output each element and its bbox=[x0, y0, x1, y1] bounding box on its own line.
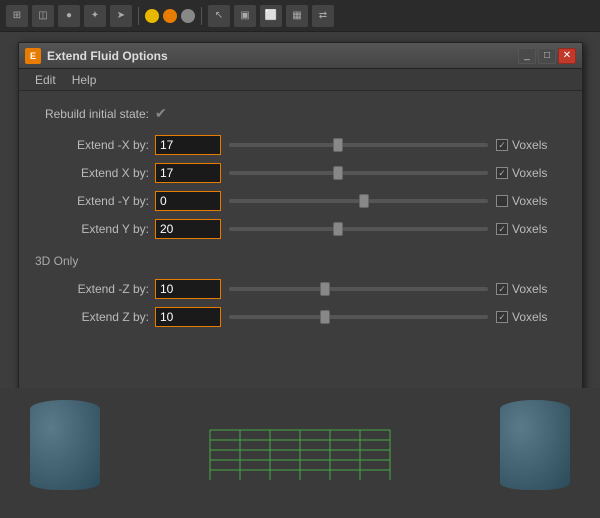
extend-x-row: Extend X by: Voxels bbox=[35, 162, 566, 184]
toolbar-circle-yellow bbox=[145, 9, 159, 23]
section-3d-label: 3D Only bbox=[19, 250, 582, 274]
toolbar-circle-gray bbox=[181, 9, 195, 23]
cylinder-right bbox=[500, 400, 570, 490]
extend-neg-x-label: Extend -X by: bbox=[35, 138, 155, 152]
toolbar-icon-arrow[interactable]: ➤ bbox=[110, 5, 132, 27]
content-area: E Extend Fluid Options _ □ ✕ Edit Help R… bbox=[0, 32, 600, 518]
toolbar-icon-grid[interactable]: ⊞ bbox=[6, 5, 28, 27]
extend-z-checkbox[interactable] bbox=[496, 311, 508, 323]
extend-x-input[interactable] bbox=[155, 163, 221, 183]
extend-x-slider-track[interactable] bbox=[229, 171, 488, 175]
dialog-title: Extend Fluid Options bbox=[47, 49, 516, 63]
extend-neg-y-slider-thumb[interactable] bbox=[359, 194, 369, 208]
extend-y-voxels: Voxels bbox=[496, 222, 566, 236]
extend-neg-y-input[interactable] bbox=[155, 191, 221, 211]
menu-help[interactable]: Help bbox=[64, 71, 105, 89]
minimize-button[interactable]: _ bbox=[518, 48, 536, 64]
menubar: Edit Help bbox=[19, 69, 582, 91]
toolbar-circle-orange bbox=[163, 9, 177, 23]
toolbar-separator-2 bbox=[201, 7, 202, 25]
dialog-titlebar: E Extend Fluid Options _ □ ✕ bbox=[19, 43, 582, 69]
extend-neg-z-slider-track[interactable] bbox=[229, 287, 488, 291]
toolbar-icon-sphere[interactable]: ● bbox=[58, 5, 80, 27]
menu-edit[interactable]: Edit bbox=[27, 71, 64, 89]
extend-x-label: Extend X by: bbox=[35, 166, 155, 180]
extend-x-voxels: Voxels bbox=[496, 166, 566, 180]
extend-y-slider-track[interactable] bbox=[229, 227, 488, 231]
toolbar-icon-star[interactable]: ✦ bbox=[84, 5, 106, 27]
extend-neg-x-slider-thumb[interactable] bbox=[333, 138, 343, 152]
extend-neg-x-checkbox[interactable] bbox=[496, 139, 508, 151]
close-button[interactable]: ✕ bbox=[558, 48, 576, 64]
extend-neg-z-checkbox[interactable] bbox=[496, 283, 508, 295]
extend-z-voxels: Voxels bbox=[496, 310, 566, 324]
extend-neg-x-voxels: Voxels bbox=[496, 138, 566, 152]
extend-x-slider-thumb[interactable] bbox=[333, 166, 343, 180]
extend-y-slider-thumb[interactable] bbox=[333, 222, 343, 236]
toolbar-icon-monitor[interactable]: ▣ bbox=[234, 5, 256, 27]
extend-neg-y-label: Extend -Y by: bbox=[35, 194, 155, 208]
rebuild-label: Rebuild initial state: bbox=[35, 107, 155, 121]
extend-z-label: Extend Z by: bbox=[35, 310, 155, 324]
extend-z-input[interactable] bbox=[155, 307, 221, 327]
toolbar-icon-share[interactable]: ⇄ bbox=[312, 5, 334, 27]
toolbar: ⊞ ◫ ● ✦ ➤ ↖ ▣ ⬜ ▦ ⇄ bbox=[0, 0, 600, 32]
dialog-body: Rebuild initial state: ✔ Extend -X by: V… bbox=[19, 91, 582, 427]
extend-x-checkbox[interactable] bbox=[496, 167, 508, 179]
grid-plane bbox=[200, 420, 400, 490]
cylinder-left bbox=[30, 400, 100, 490]
extend-neg-y-row: Extend -Y by: Voxels bbox=[35, 190, 566, 212]
extend-y-checkbox[interactable] bbox=[496, 223, 508, 235]
extend-y-row: Extend Y by: Voxels bbox=[35, 218, 566, 240]
form-section-xy: Extend -X by: Voxels Extend X by: bbox=[19, 130, 582, 250]
extend-z-slider-track[interactable] bbox=[229, 315, 488, 319]
extend-neg-z-label: Extend -Z by: bbox=[35, 282, 155, 296]
form-section-z: Extend -Z by: Voxels Extend Z by: bbox=[19, 274, 582, 338]
extend-z-slider-thumb[interactable] bbox=[320, 310, 330, 324]
maximize-button[interactable]: □ bbox=[538, 48, 556, 64]
rebuild-row: Rebuild initial state: ✔ bbox=[19, 101, 582, 130]
extend-y-label: Extend Y by: bbox=[35, 222, 155, 236]
extend-neg-y-slider-track[interactable] bbox=[229, 199, 488, 203]
extend-neg-z-row: Extend -Z by: Voxels bbox=[35, 278, 566, 300]
toolbar-icon-cursor[interactable]: ↖ bbox=[208, 5, 230, 27]
extend-neg-x-input[interactable] bbox=[155, 135, 221, 155]
extend-neg-x-row: Extend -X by: Voxels bbox=[35, 134, 566, 156]
toolbar-icon-cube[interactable]: ◫ bbox=[32, 5, 54, 27]
toolbar-icon-box[interactable]: ⬜ bbox=[260, 5, 282, 27]
extend-neg-y-checkbox[interactable] bbox=[496, 195, 508, 207]
dialog-extend-fluid: E Extend Fluid Options _ □ ✕ Edit Help R… bbox=[18, 42, 583, 428]
spacer bbox=[19, 338, 582, 388]
extend-neg-x-slider-track[interactable] bbox=[229, 143, 488, 147]
rebuild-checkbox[interactable]: ✔ bbox=[155, 105, 167, 122]
extend-y-input[interactable] bbox=[155, 219, 221, 239]
toolbar-separator bbox=[138, 7, 139, 25]
extend-z-row: Extend Z by: Voxels bbox=[35, 306, 566, 328]
toolbar-icon-screen[interactable]: ▦ bbox=[286, 5, 308, 27]
extend-neg-y-voxels: Voxels bbox=[496, 194, 566, 208]
extend-neg-z-input[interactable] bbox=[155, 279, 221, 299]
dialog-icon: E bbox=[25, 48, 41, 64]
extend-neg-z-slider-thumb[interactable] bbox=[320, 282, 330, 296]
bg-scene bbox=[0, 388, 600, 518]
extend-neg-z-voxels: Voxels bbox=[496, 282, 566, 296]
